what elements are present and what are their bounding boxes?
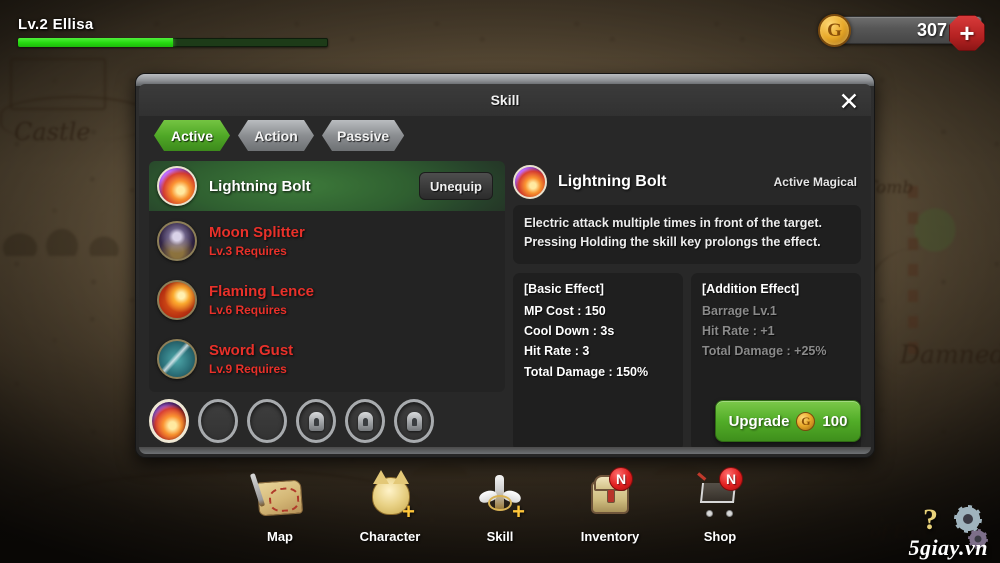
skill-requirement: Lv.3 Requires [209,243,287,258]
lock-icon [357,411,373,431]
nav-label-character: Character [359,529,421,544]
page-title: Skill [490,92,520,108]
skill-name: Flaming Lence [209,282,315,300]
game-screen: Castle Tomb Damned of Evil Lv.2 Ellisa G… [0,0,1000,563]
xp-bar-fill [18,38,173,47]
basic-effect-header: [Basic Effect] [524,281,604,296]
nav-label-shop: Shop [703,529,737,544]
plus-icon: + [512,499,525,524]
skill-slot-6-locked[interactable] [394,399,434,443]
notification-badge: N [609,467,633,491]
upgrade-cost: 100 [822,412,848,430]
skill-requirement: Lv.6 Requires [209,302,287,317]
nav-label-skill: Skill [486,529,514,544]
nav-item-character[interactable]: + Character [351,470,429,544]
help-icon[interactable]: ? [923,505,938,535]
panel-body: Active Action Passive Lightning Bolt Une… [139,116,871,454]
skill-icon: + [473,471,527,525]
skill-list-item-moon-splitter[interactable]: Moon Splitter Lv.3 Requires [149,211,505,270]
plus-icon: + [402,499,415,524]
bottom-navigation: Map + Character + Skill N Inventory N Sh… [0,463,1000,563]
skill-slot-5-locked[interactable] [345,399,385,443]
character-icon: + [363,470,417,525]
nav-item-shop[interactable]: N Shop [681,467,759,544]
flame-skill-icon [157,279,197,320]
sword-skill-icon [157,338,197,379]
gold-display: G 307 + [818,11,985,51]
tab-active[interactable]: Active [154,120,230,151]
skill-item-text: Lightning Bolt [209,178,419,195]
player-level-name: Lv.2 Ellisa [18,16,94,33]
nav-item-inventory[interactable]: N Inventory [571,467,649,544]
addition-effect-barrage: Barrage Lv.1 [702,303,777,318]
gold-coin-icon: G [818,14,851,47]
tab-passive[interactable]: Passive [322,120,404,151]
map-icon [249,471,307,525]
skill-item-text: Flaming Lence Lv.6 Requires [209,283,497,317]
shop-icon: N [693,467,747,525]
nav-item-skill[interactable]: + Skill [461,471,539,544]
nav-item-map[interactable]: Map [241,471,319,544]
nav-label-inventory: Inventory [580,529,640,544]
gold-amount: 307 [916,19,947,40]
skill-detail-pane: Lightning Bolt Active Magical Electric a… [513,161,861,451]
basic-effect-total-damage: Total Damage : 150% [524,364,649,379]
skill-description-line-1: Electric attack multiple times in front … [524,216,822,230]
basic-effect-cool-down: Cool Down : 3s [524,324,615,338]
addition-effect-hit-rate: Hit Rate : +1 [702,324,775,338]
skill-description-line-2: Pressing Holding the skill key prolongs … [524,235,821,250]
skill-panel: Skill ✕ Active Action Passive Lightning … [135,73,875,458]
moon-skill-icon [157,220,197,261]
addition-effect-total-damage: Total Damage : +25% [702,344,827,359]
basic-effect-mp-cost: MP Cost : 150 [524,303,606,318]
gold-plate: 307 + [832,15,985,51]
skill-list-item-flaming-lence[interactable]: Flaming Lence Lv.6 Requires [149,270,505,329]
xp-bar [18,38,328,47]
skill-name: Lightning Bolt [209,177,311,195]
notification-badge: N [719,467,743,491]
lock-icon [406,411,422,431]
gold-coin-icon: G [796,411,816,431]
skill-slot-4-locked[interactable] [296,399,336,443]
lightning-skill-icon [157,166,197,206]
skill-requirement: Lv.9 Requires [209,361,287,376]
panel-bottom-bevel [139,447,871,454]
equipped-skill-slots: Upgrade G 100 [149,396,861,446]
skill-list-item-sword-gust[interactable]: Sword Gust Lv.9 Requires [149,329,505,388]
skill-list[interactable]: Lightning Bolt Unequip Moon Splitter Lv.… [149,161,505,392]
close-icon[interactable]: ✕ [836,88,862,114]
skill-name: Moon Splitter [209,223,305,241]
panel-titlebar: Skill [139,84,871,116]
skill-slot-2[interactable] [198,399,238,443]
skill-detail-name: Lightning Bolt [558,173,667,190]
skill-list-item-lightning-bolt[interactable]: Lightning Bolt Unequip [149,161,505,211]
skill-slot-1[interactable] [149,399,189,443]
upgrade-button[interactable]: Upgrade G 100 [715,400,861,442]
skill-slot-3[interactable] [247,399,287,443]
upgrade-label: Upgrade [728,412,790,430]
skill-name: Sword Gust [209,341,294,359]
skill-category-tabs: Active Action Passive [154,120,404,151]
add-gold-button[interactable]: + [949,15,985,51]
skill-detail-header: Lightning Bolt Active Magical [513,161,861,203]
tab-action[interactable]: Action [238,120,314,151]
lock-icon [308,411,324,431]
watermark: 5giay.vn [908,535,988,560]
skill-item-text: Sword Gust Lv.9 Requires [209,342,497,376]
nav-label-map: Map [267,529,293,544]
lightning-skill-icon [513,165,547,199]
inventory-icon: N [583,467,637,525]
skill-description-box: Electric attack multiple times in front … [513,205,861,264]
basic-effect-hit-rate: Hit Rate : 3 [524,344,590,359]
unequip-button[interactable]: Unequip [419,172,493,200]
skill-item-text: Moon Splitter Lv.3 Requires [209,224,497,258]
addition-effect-header: [Addition Effect] [702,281,800,296]
skill-detail-type: Active Magical [773,175,857,189]
